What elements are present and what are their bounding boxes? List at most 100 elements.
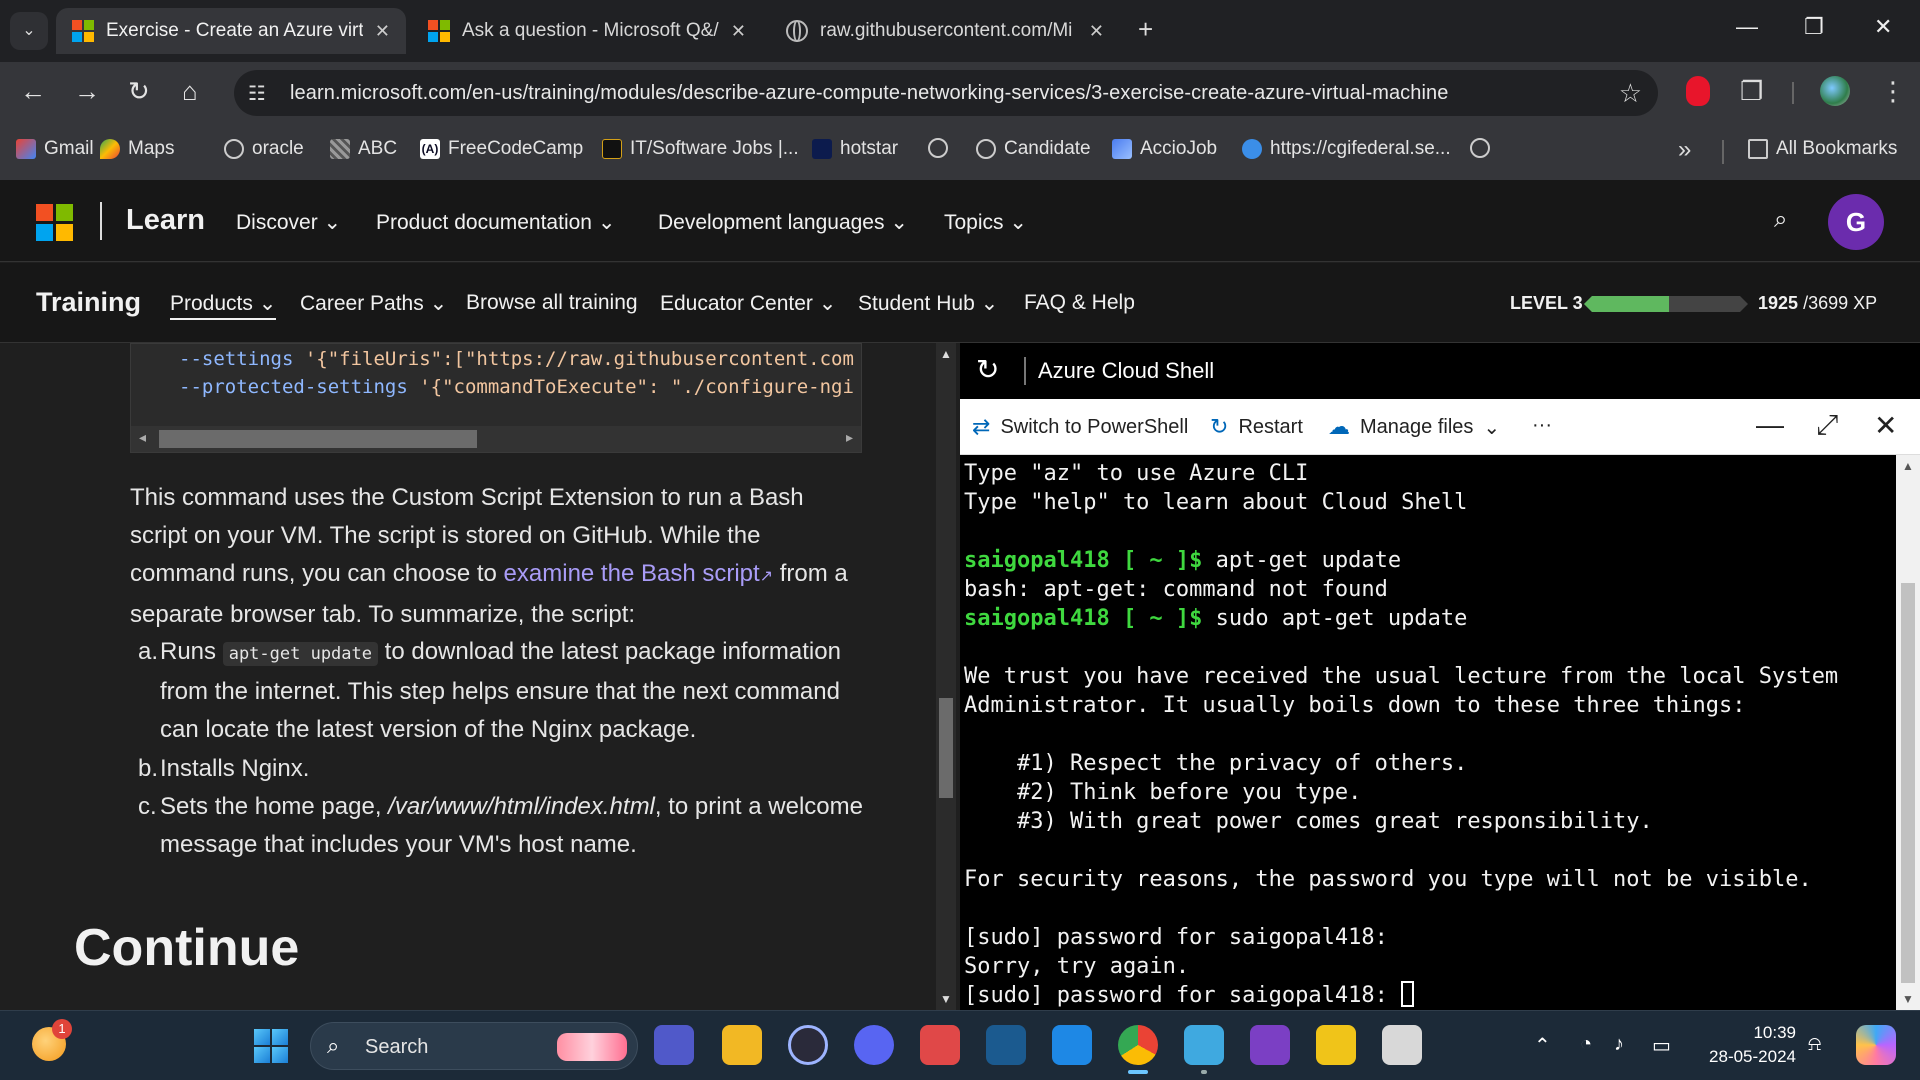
bookmark-abc[interactable]: ABC xyxy=(330,138,397,160)
tnav-browse-all-training[interactable]: Browse all training xyxy=(466,291,638,315)
tnav-career-paths[interactable]: Career Paths ⌄ xyxy=(300,291,447,316)
bookmark-maps[interactable]: Maps xyxy=(100,138,174,160)
tab-search-button[interactable]: ⌄ xyxy=(10,12,48,50)
terminal-output[interactable]: Type "az" to use Azure CLI Type "help" to… xyxy=(960,455,1896,1010)
home-button[interactable]: ⌂ xyxy=(182,76,198,107)
bookmark-cgifederal[interactable]: https://cgifederal.se... xyxy=(1242,138,1451,160)
restart-button[interactable]: ↻ Restart xyxy=(1210,414,1303,440)
switch-to-powershell-button[interactable]: ⇄ Switch to PowerShell xyxy=(972,414,1188,440)
bash-script-link[interactable]: examine the Bash script xyxy=(504,560,760,587)
copilot-icon[interactable] xyxy=(1856,1025,1896,1065)
scroll-up-icon[interactable]: ▲ xyxy=(1902,459,1914,473)
bookmark-acciojob[interactable]: AccioJob xyxy=(1112,138,1217,160)
more-options-button[interactable]: ··· xyxy=(1532,414,1552,437)
extension-red-icon[interactable] xyxy=(1686,76,1710,106)
refresh-icon[interactable]: ↻ xyxy=(976,353,999,386)
close-tab-icon[interactable]: ✕ xyxy=(731,21,746,42)
maximize-shell-icon[interactable]: ⤢ xyxy=(1816,409,1838,442)
discord-icon[interactable] xyxy=(854,1025,894,1065)
show-hidden-icons-chevron-icon[interactable]: ⌃ xyxy=(1534,1033,1551,1058)
scroll-up-icon[interactable]: ▲ xyxy=(940,347,952,361)
training-title[interactable]: Training xyxy=(36,287,141,318)
chrome-icon[interactable] xyxy=(1118,1025,1158,1074)
xampp-icon[interactable] xyxy=(1316,1025,1356,1065)
more-bookmarks-chevron-icon[interactable]: » xyxy=(1678,136,1691,164)
bookmark-globe-1[interactable] xyxy=(928,138,948,158)
tab-exercise[interactable]: Exercise - Create an Azure virtu ✕ xyxy=(56,8,406,54)
tnav-student-hub[interactable]: Student Hub ⌄ xyxy=(858,291,998,316)
scrollbar-thumb[interactable] xyxy=(1901,583,1915,983)
bookmark-globe-2[interactable] xyxy=(1470,138,1490,158)
code-horizontal-scrollbar[interactable]: ◂ ▸ xyxy=(131,426,861,452)
restore-button[interactable]: ❐ xyxy=(1804,14,1824,40)
notifications-bell-icon[interactable]: ⍾ xyxy=(1808,1033,1821,1056)
back-button[interactable]: ← xyxy=(20,76,46,107)
eclipse-icon[interactable] xyxy=(788,1025,828,1065)
article-scrollbar[interactable]: ▲ ▼ xyxy=(936,343,956,1010)
close-tab-icon[interactable]: ✕ xyxy=(1089,21,1104,42)
start-button[interactable] xyxy=(254,1029,288,1063)
bookmark-hotstar[interactable]: hotstar xyxy=(812,138,898,160)
system-clock[interactable]: 10:39 28-05-2024 xyxy=(1700,1021,1796,1069)
learn-brand-link[interactable]: Learn xyxy=(126,204,205,237)
wifi-icon[interactable]: ◔ xyxy=(1580,1033,1592,1056)
scroll-down-icon[interactable]: ▼ xyxy=(1902,992,1914,1006)
extensions-puzzle-icon[interactable]: ❐ xyxy=(1740,76,1763,107)
tnav-products[interactable]: Products ⌄ xyxy=(170,291,277,320)
vscode-icon[interactable] xyxy=(1052,1025,1092,1065)
tab-ask-question[interactable]: Ask a question - Microsoft Q&/ ✕ xyxy=(412,8,762,54)
visual-studio-icon[interactable] xyxy=(1250,1025,1290,1065)
browser-menu-icon[interactable]: ⋮ xyxy=(1880,76,1906,107)
close-tab-icon[interactable]: ✕ xyxy=(375,21,390,42)
file-explorer-icon[interactable] xyxy=(722,1025,762,1065)
tab-raw-github[interactable]: raw.githubusercontent.com/Mi ✕ xyxy=(770,8,1120,54)
url-text[interactable]: learn.microsoft.com/en-us/training/modul… xyxy=(290,82,1449,105)
microsoft-logo-icon[interactable] xyxy=(36,204,73,241)
nav-label: Discover xyxy=(236,211,318,234)
minimize-shell-icon[interactable]: — xyxy=(1756,409,1784,441)
address-bar[interactable]: ☷ learn.microsoft.com/en-us/training/mod… xyxy=(234,70,1658,116)
scroll-left-icon[interactable]: ◂ xyxy=(139,429,146,446)
terminal-scrollbar[interactable]: ▲ ▼ xyxy=(1896,455,1920,1010)
notepad-icon[interactable] xyxy=(1184,1025,1224,1074)
taskbar-search[interactable]: ⌕ Search xyxy=(310,1022,638,1070)
forward-button[interactable]: → xyxy=(74,76,100,107)
all-bookmarks-button[interactable]: All Bookmarks xyxy=(1748,138,1897,160)
reload-button[interactable]: ↻ xyxy=(128,76,150,107)
nav-discover[interactable]: Discover ⌄ xyxy=(236,210,341,235)
close-shell-icon[interactable]: ✕ xyxy=(1874,409,1897,442)
tnav-educator-center[interactable]: Educator Center ⌄ xyxy=(660,291,836,316)
minimize-button[interactable]: — xyxy=(1736,14,1758,40)
bookmark-candidate[interactable]: Candidate xyxy=(976,138,1091,160)
chevron-down-icon: ⌄ xyxy=(1009,211,1027,234)
bookmark-oracle[interactable]: oracle xyxy=(224,138,304,160)
new-tab-button[interactable]: + xyxy=(1138,14,1153,45)
bookmark-gmail[interactable]: Gmail xyxy=(16,138,94,160)
terminal-line: For security reasons, the password you t… xyxy=(964,865,1896,894)
site-info-icon[interactable]: ☷ xyxy=(248,81,266,106)
nav-product-documentation[interactable]: Product documentation ⌄ xyxy=(376,210,615,235)
nav-development-languages[interactable]: Development languages ⌄ xyxy=(658,210,908,235)
bookmark-star-icon[interactable]: ☆ xyxy=(1619,78,1642,109)
search-icon[interactable]: ⌕ xyxy=(1774,206,1787,234)
database-icon[interactable] xyxy=(1382,1025,1422,1065)
scrollbar-thumb[interactable] xyxy=(939,698,953,798)
globe-icon xyxy=(786,20,808,42)
close-window-button[interactable]: ✕ xyxy=(1874,14,1892,40)
wireshark-icon[interactable] xyxy=(986,1025,1026,1065)
bookmark-it-jobs[interactable]: IT/Software Jobs |... xyxy=(602,138,799,160)
manage-files-button[interactable]: ☁ Manage files ⌄ xyxy=(1328,414,1500,440)
bookmark-freecodecamp[interactable]: (A) FreeCodeCamp xyxy=(420,138,583,160)
scroll-right-icon[interactable]: ▸ xyxy=(846,429,853,446)
git-kraken-icon[interactable] xyxy=(920,1025,960,1065)
profile-avatar-icon[interactable] xyxy=(1820,76,1850,106)
user-avatar[interactable]: G xyxy=(1828,194,1884,250)
scroll-down-icon[interactable]: ▼ xyxy=(940,992,952,1006)
terminal-text: Type "az" to use Azure CLI xyxy=(964,461,1309,486)
scrollbar-thumb[interactable] xyxy=(159,430,477,448)
volume-icon[interactable]: ♪ xyxy=(1614,1033,1624,1056)
tnav-faq-help[interactable]: FAQ & Help xyxy=(1024,291,1135,315)
teams-icon[interactable] xyxy=(654,1025,694,1065)
nav-topics[interactable]: Topics ⌄ xyxy=(944,210,1027,235)
battery-icon[interactable]: ▭ xyxy=(1652,1033,1671,1058)
